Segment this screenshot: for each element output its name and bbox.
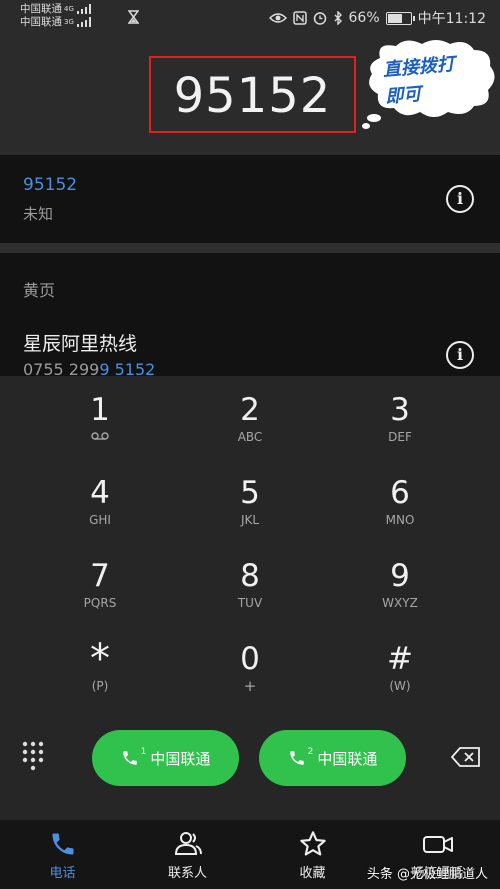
result-number: 95152 (23, 175, 78, 195)
key-5[interactable]: 5 JKL (175, 475, 325, 555)
key-digit: 7 (90, 558, 110, 594)
key-letters: ABC (237, 430, 263, 444)
tab-label: 电话 (49, 866, 76, 881)
key-letters: + (243, 677, 257, 695)
phone-match: 9 5152 (99, 360, 156, 376)
contacts-icon (174, 832, 202, 855)
clock: 中午11:12 (417, 11, 486, 27)
key-letters: (P) (91, 679, 109, 693)
status-icons: 66% 中午11:12 (268, 8, 486, 28)
key-8[interactable]: 8 TUV (175, 558, 325, 638)
dial-keypad: 1 2 ABC 3 DEF 4 GHI 5 JKL 6 MNO 7 PQRS 8 TUV 9 W… (0, 376, 500, 820)
tab-label: 联系人 (167, 866, 207, 881)
network-type-2: 3G (64, 18, 74, 26)
key-letters: (W) (389, 679, 411, 693)
battery-icon (385, 11, 415, 25)
key-digit: 9 (390, 558, 410, 594)
key-hash[interactable]: # (W) (325, 641, 475, 721)
battery-level (387, 13, 402, 23)
key-0[interactable]: 0 + (175, 641, 325, 721)
phone-prefix: 0755 299 (23, 360, 100, 376)
carrier-1: 中国联通 (20, 3, 62, 15)
sim-index: 2 (307, 747, 314, 757)
watermark: 头条 @无极鲤鹏道人 (366, 867, 488, 882)
section-divider (0, 243, 500, 253)
yellow-pages-section: 黄页 星辰阿里热线 0755 2999 5152 i (0, 253, 500, 376)
yellow-pages-entry-phone: 0755 2999 5152 (23, 360, 155, 376)
key-digit: # (387, 641, 413, 677)
bluetooth-icon (334, 11, 342, 25)
alarm-icon (313, 12, 326, 25)
backspace-icon[interactable] (451, 747, 481, 767)
key-digit: 4 (90, 475, 110, 511)
annotation-text: 直接拨打 即可 (382, 47, 498, 111)
info-icon[interactable]: i (446, 341, 474, 369)
result-subtitle: 未知 (23, 205, 54, 223)
sim-index: 1 (140, 747, 147, 757)
video-call-icon (422, 836, 453, 853)
tab-phone[interactable]: 电话 (0, 820, 125, 889)
dialer-header: 中国联通 4G 中国联通 3G 66% 中午11:12 95152 直接拨打 即可 (0, 0, 500, 155)
info-icon[interactable]: i (446, 185, 474, 213)
battery-percent: 66% (348, 10, 380, 26)
tab-label: 收藏 (299, 866, 326, 881)
voicemail-icon (25, 429, 175, 445)
key-9[interactable]: 9 WXYZ (325, 558, 475, 638)
key-letters: JKL (240, 513, 260, 527)
hourglass-icon (128, 10, 139, 24)
bottom-navigation: 电话 联系人 收藏 畅连通话 头条 @无极鲤鹏道人 (0, 820, 500, 889)
network-type-1: 4G (64, 5, 74, 13)
tab-contacts[interactable]: 联系人 (125, 820, 250, 889)
annotation-highlight-box: 95152 (149, 56, 356, 133)
signal-icon (76, 17, 91, 27)
key-letters: WXYZ (382, 596, 418, 610)
call-sim1-button[interactable]: 1 中国联通 (92, 730, 239, 786)
carrier-info: 中国联通 4G 中国联通 3G (20, 3, 91, 29)
key-digit: 0 (240, 641, 260, 677)
key-6[interactable]: 6 MNO (325, 475, 475, 555)
key-letters: DEF (388, 430, 412, 444)
key-4[interactable]: 4 GHI (25, 475, 175, 555)
key-digit: 8 (240, 558, 260, 594)
key-digit: 1 (90, 392, 110, 428)
key-digit: 2 (240, 392, 260, 428)
call-label: 中国联通 (317, 749, 378, 768)
key-star[interactable]: * (P) (25, 636, 175, 721)
tab-favorites[interactable]: 收藏 (250, 820, 375, 889)
key-letters: MNO (385, 513, 415, 527)
phone-icon (52, 833, 73, 855)
status-bar: 中国联通 4G 中国联通 3G 66% 中午11:12 (0, 0, 500, 34)
key-2[interactable]: 2 ABC (175, 392, 325, 472)
call-sim2-button[interactable]: 2 中国联通 (259, 730, 406, 786)
key-7[interactable]: 7 PQRS (25, 558, 175, 638)
key-letters: TUV (237, 596, 263, 610)
key-digit: 3 (390, 392, 410, 428)
number-result-row[interactable]: 95152 未知 i (0, 155, 500, 243)
phone-icon (289, 751, 304, 765)
key-digit: 6 (390, 475, 410, 511)
signal-icon (76, 4, 91, 14)
key-1[interactable]: 1 (25, 392, 175, 472)
key-digit: 5 (240, 475, 260, 511)
key-letters: PQRS (83, 596, 117, 610)
nfc-icon (292, 11, 307, 25)
key-digit: * (90, 636, 110, 682)
section-label: 黄页 (23, 281, 56, 300)
yellow-pages-entry-name[interactable]: 星辰阿里热线 (23, 329, 137, 356)
carrier-2: 中国联通 (20, 16, 62, 28)
dialpad-toggle-icon[interactable] (22, 741, 44, 771)
eye-icon (268, 13, 287, 23)
phone-icon (122, 751, 137, 765)
key-3[interactable]: 3 DEF (325, 392, 475, 472)
key-letters: GHI (89, 513, 111, 527)
star-icon (299, 831, 326, 856)
dialed-number[interactable]: 95152 (151, 58, 354, 131)
call-label: 中国联通 (150, 749, 211, 768)
